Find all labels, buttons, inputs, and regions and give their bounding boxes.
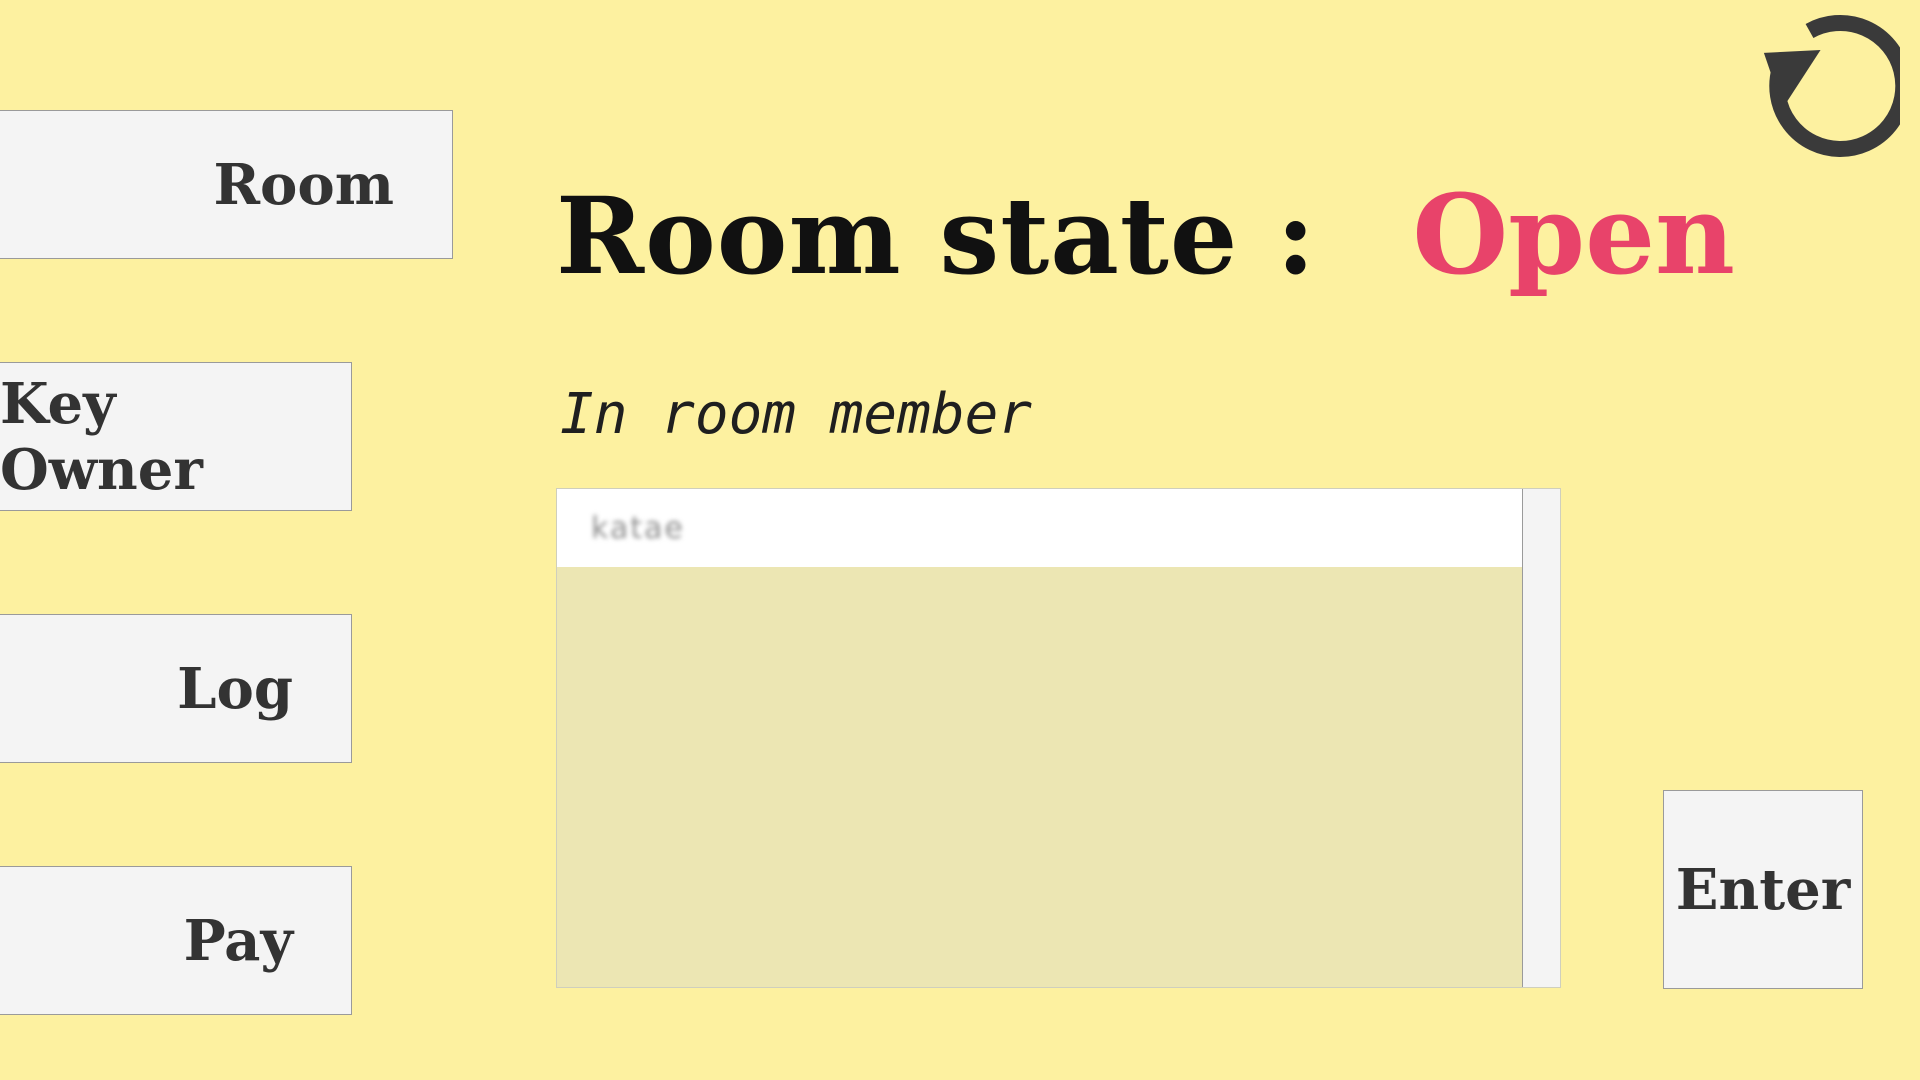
member-name: katae	[591, 510, 685, 546]
nav-room-button[interactable]: Room	[0, 110, 453, 259]
refresh-button[interactable]	[1730, 8, 1912, 168]
list-item[interactable]: katae	[557, 489, 1523, 567]
member-list-scrollbar[interactable]	[1522, 489, 1560, 987]
member-list[interactable]: katae	[556, 488, 1561, 988]
member-rows: katae	[557, 489, 1523, 987]
room-state-label: Room state :	[556, 173, 1317, 298]
refresh-icon	[1763, 14, 1912, 157]
enter-button[interactable]: Enter	[1663, 790, 1863, 989]
room-state: Room state : Open	[556, 170, 1735, 300]
room-state-value: Open	[1412, 170, 1736, 299]
nav-log-button[interactable]: Log	[0, 614, 352, 763]
nav-key-owner-button[interactable]: Key Owner	[0, 362, 352, 511]
in-room-member-title: In room member	[560, 382, 1033, 447]
nav-pay-button[interactable]: Pay	[0, 866, 352, 1015]
